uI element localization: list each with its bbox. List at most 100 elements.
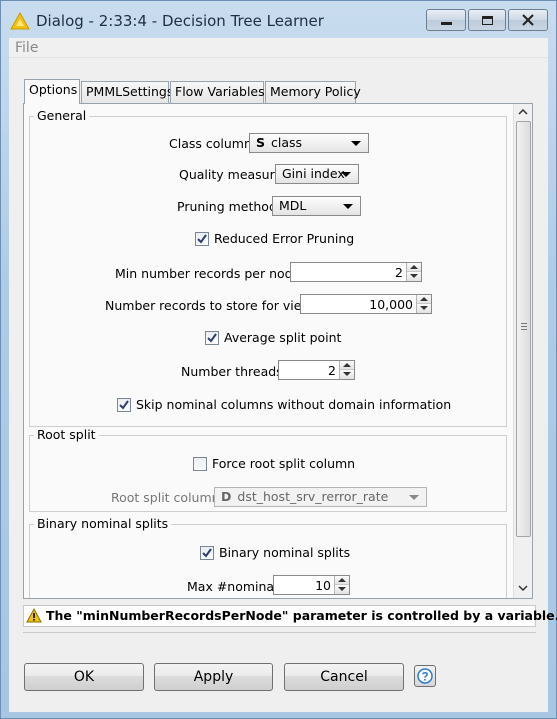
tab-pmmlsettings[interactable]: PMMLSettings [81, 81, 173, 103]
double-type-icon: D [221, 489, 232, 504]
spin-up-icon[interactable] [340, 361, 354, 370]
menu-file[interactable]: File [15, 40, 38, 56]
max-nominal-label: Max #nominal [187, 579, 278, 594]
apply-button-label: Apply [193, 669, 234, 685]
checkbox-unchecked-icon [193, 456, 207, 471]
tab-flow-variables-label: Flow Variables [175, 84, 265, 99]
grip-line [521, 323, 527, 324]
maximize-button[interactable] [468, 9, 506, 31]
spin-up-icon[interactable] [407, 263, 421, 272]
number-threads-value: 2 [328, 363, 336, 378]
scroll-up-icon[interactable] [518, 109, 528, 115]
root-split-column-dropdown[interactable]: Ddst_host_srv_rerror_rate [214, 487, 427, 507]
general-group: General Class column Sclass Quality meas… [29, 109, 507, 427]
close-icon [522, 14, 534, 26]
chevron-down-icon [409, 495, 419, 500]
root-split-column-label: Root split column [111, 490, 220, 505]
dialog-window: Dialog - 2:33:4 - Decision Tree Learner … [0, 0, 557, 719]
chevron-down-icon [341, 172, 351, 177]
cancel-button-label: Cancel [320, 669, 368, 685]
grip-line [521, 326, 527, 327]
number-threads-spinner[interactable]: 2 [278, 360, 355, 380]
binary-nominal-checkbox[interactable]: Binary nominal splits [200, 545, 350, 560]
tab-memory-policy-label: Memory Policy [270, 84, 361, 99]
tab-options[interactable]: Options [24, 79, 80, 104]
options-panel: General Class column Sclass Quality meas… [23, 103, 533, 599]
binary-splits-group: Binary nominal splits Binary nominal spl… [29, 517, 507, 598]
warning-bar: The "minNumberRecordsPerNode" parameter … [23, 605, 557, 627]
vertical-scrollbar[interactable] [513, 104, 532, 598]
menu-bar: File [9, 38, 548, 58]
spinner-buttons [406, 263, 421, 281]
average-split-checkbox[interactable]: Average split point [205, 330, 341, 345]
divider [23, 632, 536, 633]
quality-measure-label: Quality measure [179, 167, 283, 182]
chevron-down-icon [343, 204, 353, 209]
window-title: Dialog - 2:33:4 - Decision Tree Learner [36, 12, 324, 30]
checkbox-checked-icon [117, 397, 131, 412]
binary-splits-group-title: Binary nominal splits [34, 517, 172, 531]
help-button[interactable] [414, 665, 436, 687]
spin-down-icon[interactable] [417, 304, 431, 313]
spin-down-icon[interactable] [335, 585, 349, 594]
close-button[interactable] [508, 9, 548, 31]
quality-measure-dropdown[interactable]: Gini index [275, 164, 359, 184]
warning-text: The "minNumberRecordsPerNode" parameter … [46, 608, 557, 623]
spin-down-icon[interactable] [340, 370, 354, 379]
spinner-buttons [416, 295, 431, 313]
general-group-title: General [34, 109, 90, 123]
average-split-label: Average split point [224, 330, 342, 345]
min-records-spinner[interactable]: 2 [290, 262, 422, 282]
force-root-split-checkbox[interactable]: Force root split column [193, 456, 355, 471]
quality-measure-value: Gini index [282, 166, 345, 181]
spin-up-icon[interactable] [335, 576, 349, 585]
reduced-error-pruning-label: Reduced Error Pruning [214, 231, 355, 246]
max-nominal-spinner[interactable]: 10 [273, 575, 350, 595]
root-split-column-value: dst_host_srv_rerror_rate [237, 489, 389, 504]
knime-logo-icon [10, 12, 30, 30]
minimize-button[interactable] [426, 9, 466, 31]
tab-options-label: Options [29, 82, 78, 97]
title-bar[interactable]: Dialog - 2:33:4 - Decision Tree Learner [1, 1, 556, 39]
help-icon [417, 668, 433, 684]
spinner-buttons [334, 576, 349, 594]
class-column-value: class [271, 135, 303, 150]
number-threads-label: Number threads [181, 364, 283, 379]
checkbox-checked-icon [205, 330, 219, 345]
scroll-down-icon[interactable] [518, 585, 528, 591]
ok-button-label: OK [73, 669, 95, 685]
grip-line [521, 329, 527, 330]
minimize-icon [440, 22, 452, 25]
class-column-dropdown[interactable]: Sclass [249, 133, 369, 153]
max-nominal-value: 10 [315, 578, 331, 593]
chevron-down-icon [351, 141, 361, 146]
cancel-button[interactable]: Cancel [284, 663, 404, 691]
skip-nominal-label: Skip nominal columns without domain info… [136, 397, 452, 412]
root-split-group: Root split Force root split column Root … [29, 428, 507, 512]
tab-pmmlsettings-label: PMMLSettings [86, 84, 174, 99]
reduced-error-pruning-checkbox[interactable]: Reduced Error Pruning [195, 231, 354, 246]
checkbox-checked-icon [195, 231, 209, 246]
records-view-spinner[interactable]: 10,000 [300, 294, 432, 314]
warning-icon [26, 608, 42, 623]
checkbox-checked-icon [200, 545, 214, 560]
root-split-group-title: Root split [34, 428, 99, 442]
maximize-icon [481, 15, 493, 25]
apply-button[interactable]: Apply [154, 663, 273, 691]
binary-nominal-label: Binary nominal splits [219, 545, 351, 560]
records-view-value: 10,000 [369, 297, 413, 312]
pruning-method-dropdown[interactable]: MDL [272, 196, 361, 216]
min-records-label: Min number records per node [115, 266, 301, 281]
options-scroll-area[interactable]: General Class column Sclass Quality meas… [24, 104, 513, 598]
skip-nominal-checkbox[interactable]: Skip nominal columns without domain info… [117, 397, 451, 412]
dialog-client: Options PMMLSettings Flow Variables Memo… [9, 58, 557, 712]
tab-flow-variables[interactable]: Flow Variables [170, 81, 265, 103]
spin-up-icon[interactable] [417, 295, 431, 304]
scrollbar-thumb[interactable] [516, 121, 531, 537]
ok-button[interactable]: OK [24, 663, 144, 691]
pruning-method-value: MDL [279, 198, 307, 213]
tab-memory-policy[interactable]: Memory Policy [265, 81, 361, 103]
records-view-label: Number records to store for view [105, 298, 312, 313]
pruning-method-label: Pruning method [177, 199, 277, 214]
spin-down-icon[interactable] [407, 272, 421, 281]
